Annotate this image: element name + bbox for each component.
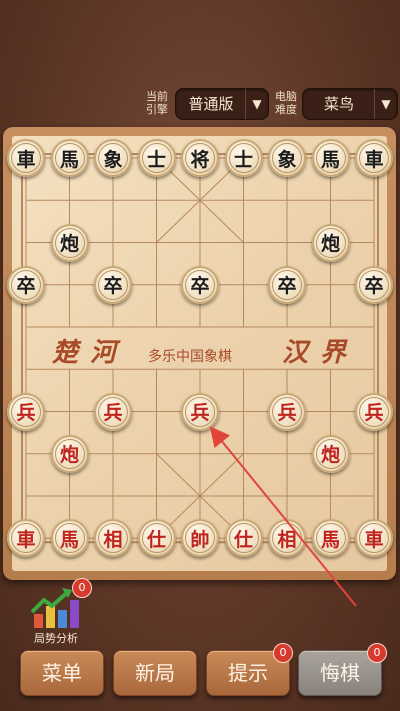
black-piece[interactable]: 炮 — [50, 223, 89, 262]
piece-label: 卒 — [16, 275, 36, 298]
river-right-text: 汉界 — [282, 338, 359, 368]
piece-label: 馬 — [320, 528, 340, 551]
black-piece[interactable]: 象 — [94, 139, 132, 177]
red-piece[interactable]: 仕 — [137, 519, 176, 558]
red-piece[interactable]: 相 — [268, 519, 306, 558]
piece-label: 兵 — [103, 402, 123, 424]
river-title: 多乐中国象棋 — [148, 349, 232, 365]
undo-button[interactable]: 悔棋 0 — [298, 643, 387, 696]
piece-label: 炮 — [320, 444, 340, 467]
red-piece[interactable]: 馬 — [311, 519, 350, 558]
undo-badge: 0 — [367, 643, 387, 663]
black-piece[interactable]: 卒 — [355, 265, 393, 304]
red-piece[interactable]: 馬 — [50, 519, 89, 558]
black-piece[interactable]: 卒 — [94, 265, 132, 304]
black-piece[interactable]: 卒 — [181, 265, 219, 304]
piece-label: 馬 — [59, 528, 79, 551]
piece-label: 象 — [103, 148, 123, 171]
red-piece[interactable]: 相 — [94, 519, 132, 558]
piece-label: 将 — [190, 148, 210, 171]
black-piece[interactable]: 卒 — [268, 265, 306, 304]
piece-label: 兵 — [16, 402, 36, 424]
piece-label: 仕 — [233, 528, 253, 551]
hint-badge: 0 — [273, 643, 293, 663]
piece-label: 仕 — [146, 528, 166, 551]
piece-label: 兵 — [364, 402, 384, 424]
black-piece[interactable]: 馬 — [50, 139, 89, 177]
piece-label: 士 — [146, 148, 166, 171]
piece-label: 車 — [364, 528, 384, 551]
black-piece[interactable]: 炮 — [311, 223, 350, 262]
piece-label: 車 — [364, 148, 384, 171]
new-game-button[interactable]: 新局 — [113, 650, 197, 696]
piece-label: 馬 — [59, 148, 79, 171]
piece-label: 相 — [103, 528, 123, 551]
black-piece[interactable]: 士 — [224, 139, 263, 177]
red-piece[interactable]: 炮 — [50, 434, 89, 473]
red-piece[interactable]: 兵 — [268, 392, 306, 431]
position-analysis-button[interactable]: 0 局势分析 — [22, 578, 92, 645]
piece-label: 炮 — [59, 233, 79, 255]
black-piece[interactable]: 卒 — [7, 265, 45, 304]
red-piece[interactable]: 帥 — [181, 519, 219, 558]
piece-label: 兵 — [190, 402, 210, 424]
hint-label: 提示 — [228, 661, 268, 685]
piece-label: 士 — [233, 148, 253, 171]
black-piece[interactable]: 馬 — [311, 139, 350, 177]
red-piece[interactable]: 兵 — [181, 392, 219, 431]
piece-label: 卒 — [364, 275, 384, 298]
piece-label: 卒 — [103, 275, 123, 298]
piece-label: 相 — [277, 528, 297, 551]
analysis-badge: 0 — [72, 578, 92, 598]
piece-label: 卒 — [190, 275, 210, 298]
piece-label: 馬 — [320, 148, 340, 171]
black-piece[interactable]: 士 — [137, 139, 176, 177]
piece-label: 車 — [16, 528, 36, 551]
red-piece[interactable]: 兵 — [355, 392, 393, 431]
red-piece[interactable]: 車 — [7, 519, 45, 558]
black-piece[interactable]: 車 — [7, 139, 45, 177]
black-piece[interactable]: 象 — [268, 139, 306, 177]
red-piece[interactable]: 兵 — [94, 392, 132, 431]
piece-label: 炮 — [320, 233, 340, 255]
menu-button[interactable]: 菜单 — [20, 650, 104, 696]
analysis-label: 局势分析 — [34, 632, 78, 645]
piece-label: 帥 — [190, 528, 210, 551]
red-piece[interactable]: 炮 — [311, 434, 350, 473]
red-piece[interactable]: 仕 — [224, 519, 263, 558]
piece-label: 兵 — [277, 402, 297, 424]
river-left-text: 楚河 — [52, 338, 129, 368]
piece-label: 炮 — [59, 444, 79, 467]
black-piece[interactable]: 車 — [355, 139, 393, 177]
hint-button[interactable]: 提示 0 — [206, 643, 293, 696]
red-piece[interactable]: 兵 — [7, 392, 45, 431]
undo-label: 悔棋 — [320, 661, 360, 685]
piece-label: 象 — [277, 148, 297, 171]
red-piece[interactable]: 車 — [355, 519, 393, 558]
piece-label: 卒 — [277, 275, 297, 298]
black-piece[interactable]: 将 — [181, 139, 219, 177]
piece-label: 車 — [16, 148, 36, 171]
